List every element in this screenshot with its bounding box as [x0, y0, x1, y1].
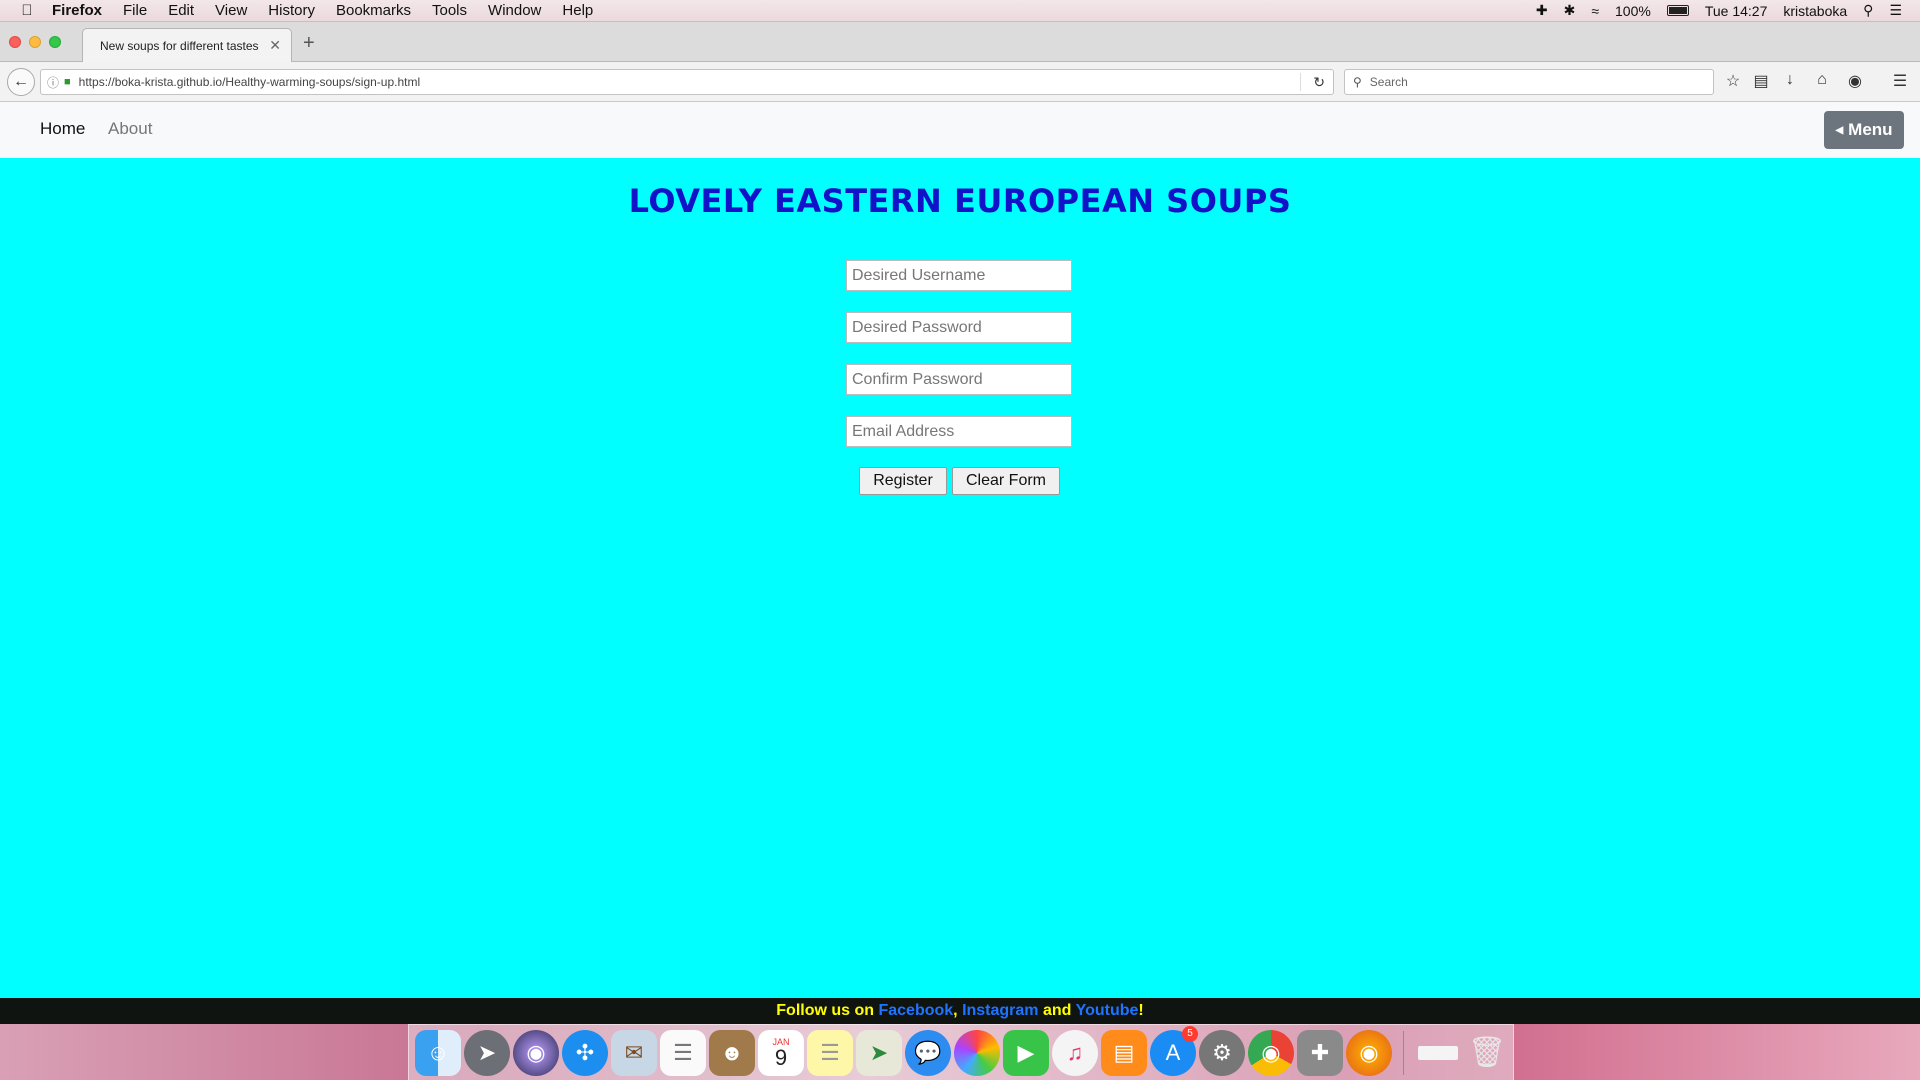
close-window-button[interactable] — [9, 36, 21, 48]
search-placeholder: Search — [1369, 75, 1408, 89]
search-bar[interactable]: ⚲ Search — [1344, 69, 1714, 95]
chrome-icon[interactable]: ◉ — [1248, 1029, 1294, 1076]
menu-history[interactable]: History — [268, 2, 315, 19]
instagram-link[interactable]: Instagram — [962, 1002, 1038, 1019]
photos-icon[interactable] — [954, 1029, 1000, 1076]
caret-left-icon: ◀ — [1835, 124, 1844, 136]
finder-icon[interactable]: ☺ — [415, 1029, 461, 1076]
wifi-icon[interactable]: ≈ — [1591, 3, 1599, 19]
menu-file[interactable]: File — [123, 2, 147, 19]
username-input[interactable] — [846, 260, 1072, 291]
downloads-stack-icon[interactable] — [1415, 1030, 1461, 1076]
menu-button-label: Menu — [1848, 120, 1893, 139]
back-arrow-icon: ← — [13, 73, 29, 90]
reading-list-icon[interactable]: ▤ — [1751, 71, 1771, 91]
bluetooth-icon[interactable]: ✱ — [1564, 2, 1576, 19]
menu-window[interactable]: Window — [488, 2, 541, 19]
ibooks-icon[interactable]: ▤ — [1101, 1029, 1147, 1076]
nav-about-link[interactable]: About — [108, 119, 152, 139]
trash-icon[interactable]: 🗑 — [1464, 1030, 1510, 1076]
dock: ☺ ➤ ◉ ✣ ✉ ☰ ☻ JAN 9 ☰ ➤ 💬 ▶ ♫ ▤ A 5 ⚙ ◉ … — [408, 1024, 1514, 1080]
back-button[interactable]: ← — [7, 68, 35, 96]
siri-icon[interactable]: ◉ — [513, 1029, 559, 1076]
facetime-icon[interactable]: ▶ — [1003, 1029, 1049, 1076]
menu-edit[interactable]: Edit — [168, 2, 194, 19]
itunes-icon[interactable]: ♫ — [1052, 1029, 1098, 1076]
contacts-icon[interactable]: ☻ — [709, 1029, 755, 1076]
downloads-icon[interactable]: ↓ — [1780, 71, 1800, 89]
firefox-icon[interactable]: ◉ — [1346, 1029, 1392, 1076]
menu-firefox[interactable]: Firefox — [52, 2, 102, 19]
messages-icon[interactable]: 💬 — [905, 1029, 951, 1076]
apple-menu-icon[interactable]:  — [18, 2, 36, 19]
url-text[interactable]: https://boka-krista.github.io/Healthy-wa… — [79, 75, 420, 89]
address-bar[interactable]: ⓘ ■ https://boka-krista.github.io/Health… — [40, 69, 1334, 95]
web-page: Home About ◀ Menu LOVELY EASTERN EUROPEA… — [0, 102, 1920, 998]
facebook-link[interactable]: Facebook — [878, 1002, 953, 1019]
menu-button[interactable]: ◀ Menu — [1824, 111, 1904, 149]
close-tab-icon[interactable]: ✕ — [269, 37, 281, 54]
new-tab-icon[interactable]: + — [303, 32, 315, 55]
register-button[interactable]: Register — [859, 467, 947, 495]
app-store-badge: 5 — [1182, 1025, 1198, 1042]
site-info-icon[interactable]: ⓘ — [47, 74, 59, 91]
footer-prefix: Follow us on — [776, 1002, 879, 1019]
hamburger-menu-icon[interactable]: ☰ — [1890, 71, 1910, 91]
stack-shape — [1418, 1045, 1458, 1060]
footer-and: and — [1038, 1002, 1076, 1019]
nav-home-link[interactable]: Home — [40, 119, 85, 139]
pocket-icon[interactable]: ◉ — [1845, 71, 1865, 91]
tab-strip: New soups for different tastes ✕ + — [0, 22, 1920, 62]
macos-menu-bar:  Firefox File Edit View History Bookmar… — [0, 0, 1920, 22]
menu-bookmarks[interactable]: Bookmarks — [336, 2, 411, 19]
calendar-day: 9 — [774, 1044, 788, 1070]
navigation-toolbar: ← ⓘ ■ https://boka-krista.github.io/Heal… — [0, 62, 1920, 102]
menu-view[interactable]: View — [215, 2, 247, 19]
reminders-icon[interactable]: ☰ — [660, 1029, 706, 1076]
plus-extension-icon[interactable]: ✚ — [1536, 2, 1548, 19]
safari-icon[interactable]: ✣ — [562, 1029, 608, 1076]
minimize-window-button[interactable] — [29, 36, 41, 48]
launchpad-icon[interactable]: ➤ — [464, 1029, 510, 1076]
youtube-link[interactable]: Youtube — [1076, 1002, 1139, 1019]
zoom-window-button[interactable] — [49, 36, 61, 48]
bookmark-star-icon[interactable]: ☆ — [1723, 71, 1743, 91]
menu-help[interactable]: Help — [562, 2, 593, 19]
browser-tab-active[interactable]: New soups for different tastes ✕ — [82, 28, 292, 62]
utility-app-icon[interactable]: ✚ — [1297, 1029, 1343, 1076]
password-input[interactable] — [846, 312, 1072, 343]
spotlight-search-icon[interactable]: ⚲ — [1863, 2, 1873, 19]
status-area: ✚ ✱ ≈ 100% Tue 14:27 kristaboka ⚲ ☰ — [1536, 2, 1920, 19]
search-icon: ⚲ — [1353, 75, 1362, 89]
system-preferences-icon[interactable]: ⚙ — [1199, 1029, 1245, 1076]
battery-icon[interactable] — [1666, 5, 1689, 16]
menu-tools[interactable]: Tools — [432, 2, 467, 19]
confirm-password-input[interactable] — [846, 364, 1072, 395]
mail-stamp-icon[interactable]: ✉ — [611, 1029, 657, 1076]
email-input[interactable] — [846, 416, 1072, 447]
dock-separator — [1403, 1030, 1404, 1075]
calendar-icon[interactable]: JAN 9 — [758, 1029, 804, 1076]
url-divider — [1300, 73, 1301, 91]
notification-center-icon[interactable]: ☰ — [1889, 2, 1902, 19]
footer-suffix: ! — [1138, 1002, 1144, 1019]
notes-icon[interactable]: ☰ — [807, 1029, 853, 1076]
clear-form-button[interactable]: Clear Form — [952, 467, 1060, 495]
home-icon[interactable]: ⌂ — [1812, 71, 1832, 89]
page-footer: Follow us on Facebook, Instagram and You… — [0, 998, 1920, 1024]
lock-icon[interactable]: ■ — [64, 76, 71, 88]
app-store-icon[interactable]: A 5 — [1150, 1025, 1198, 1076]
battery-percent: 100% — [1615, 2, 1651, 19]
user-name[interactable]: kristaboka — [1783, 3, 1847, 19]
site-navbar: Home About ◀ Menu — [0, 102, 1920, 158]
clock[interactable]: Tue 14:27 — [1705, 3, 1768, 19]
tab-title: New soups for different tastes — [100, 38, 259, 53]
footer-comma: , — [953, 1002, 963, 1019]
maps-icon[interactable]: ➤ — [856, 1029, 902, 1076]
reload-icon[interactable]: ↻ — [1313, 74, 1325, 91]
page-title: LOVELY EASTERN EUROPEAN SOUPS — [628, 182, 1292, 220]
